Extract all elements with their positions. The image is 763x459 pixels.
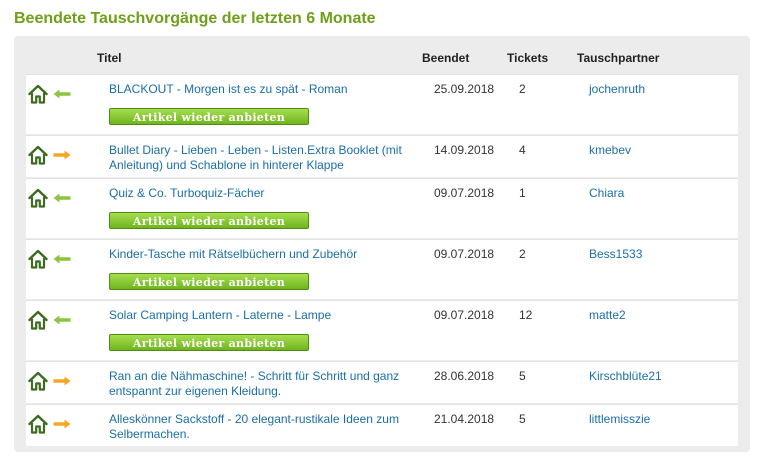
ended-date: 09.07.2018 <box>434 186 495 200</box>
partner-link[interactable]: jochenruth <box>589 82 645 97</box>
article-title-link[interactable]: BLACKOUT - Morgen ist es zu spät - Roman <box>109 82 419 97</box>
article-title-link[interactable]: Quiz & Co. Turboquiz-Fächer <box>109 186 419 201</box>
column-header-tickets: Tickets <box>507 51 549 65</box>
house-icon[interactable] <box>28 188 48 208</box>
ended-date: 28.06.2018 <box>434 369 495 383</box>
column-header-title: Titel <box>97 51 122 65</box>
partner-link[interactable]: littlemisszie <box>589 412 650 427</box>
house-icon[interactable] <box>28 84 48 104</box>
partner-link[interactable]: Chiara <box>589 186 624 201</box>
column-header-partner: Tauschpartner <box>577 51 660 65</box>
table-row: Ran an die Nähmaschine! - Schritt für Sc… <box>26 361 738 403</box>
house-icon[interactable] <box>28 249 48 269</box>
arrow-left-green-icon <box>53 193 71 203</box>
swap-history-panel: Titel Beendet Tickets Tauschpartner BLAC… <box>14 36 750 452</box>
reoffer-article-button[interactable]: Artikel wieder anbieten <box>109 273 309 290</box>
partner-link[interactable]: Bess1533 <box>589 247 642 262</box>
article-title-link[interactable]: Bullet Diary - Lieben - Leben - Listen.E… <box>109 143 419 173</box>
article-title-link[interactable]: Alleskönner Sackstoff - 20 elegant-rusti… <box>109 412 419 442</box>
ticket-count: 1 <box>519 186 526 200</box>
ticket-count: 5 <box>519 369 526 383</box>
house-icon[interactable] <box>28 310 48 330</box>
arrow-right-orange-icon <box>53 419 71 429</box>
ended-date: 21.04.2018 <box>434 412 495 426</box>
reoffer-article-button[interactable]: Artikel wieder anbieten <box>109 212 309 229</box>
ticket-count: 2 <box>519 247 526 261</box>
partner-link[interactable]: kmebev <box>589 143 631 158</box>
house-icon[interactable] <box>28 371 48 391</box>
partner-link[interactable]: Kirschblüte21 <box>589 369 662 384</box>
house-icon[interactable] <box>28 414 48 434</box>
arrow-left-green-icon <box>53 254 71 264</box>
arrow-right-orange-icon <box>53 150 71 160</box>
partner-link[interactable]: matte2 <box>589 308 626 323</box>
ended-date: 14.09.2018 <box>434 143 495 157</box>
table-row: Alleskönner Sackstoff - 20 elegant-rusti… <box>26 404 738 446</box>
table-row: Solar Camping Lantern - Laterne - Lampe … <box>26 300 738 360</box>
article-title-link[interactable]: Solar Camping Lantern - Laterne - Lampe <box>109 308 419 323</box>
arrow-right-orange-icon <box>53 376 71 386</box>
column-header-ended: Beendet <box>422 51 470 65</box>
ticket-count: 4 <box>519 143 526 157</box>
ended-date: 25.09.2018 <box>434 82 495 96</box>
ended-date: 09.07.2018 <box>434 247 495 261</box>
arrow-left-green-icon <box>53 315 71 325</box>
ended-date: 09.07.2018 <box>434 308 495 322</box>
table-row: Quiz & Co. Turboquiz-Fächer 09.07.2018 1… <box>26 178 738 238</box>
table-row: Bullet Diary - Lieben - Leben - Listen.E… <box>26 135 738 177</box>
ticket-count: 12 <box>519 308 533 322</box>
arrow-left-green-icon <box>53 89 71 99</box>
page-title: Beendete Tauschvorgänge der letzten 6 Mo… <box>14 10 376 27</box>
reoffer-article-button[interactable]: Artikel wieder anbieten <box>109 334 309 351</box>
reoffer-article-button[interactable]: Artikel wieder anbieten <box>109 108 309 125</box>
table-row: BLACKOUT - Morgen ist es zu spät - Roman… <box>26 74 738 134</box>
table-row: Kinder-Tasche mit Rätselbüchern und Zube… <box>26 239 738 299</box>
article-title-link[interactable]: Ran an die Nähmaschine! - Schritt für Sc… <box>109 369 419 399</box>
ticket-count: 5 <box>519 412 526 426</box>
house-icon[interactable] <box>28 145 48 165</box>
article-title-link[interactable]: Kinder-Tasche mit Rätselbüchern und Zube… <box>109 247 419 262</box>
ticket-count: 2 <box>519 82 526 96</box>
